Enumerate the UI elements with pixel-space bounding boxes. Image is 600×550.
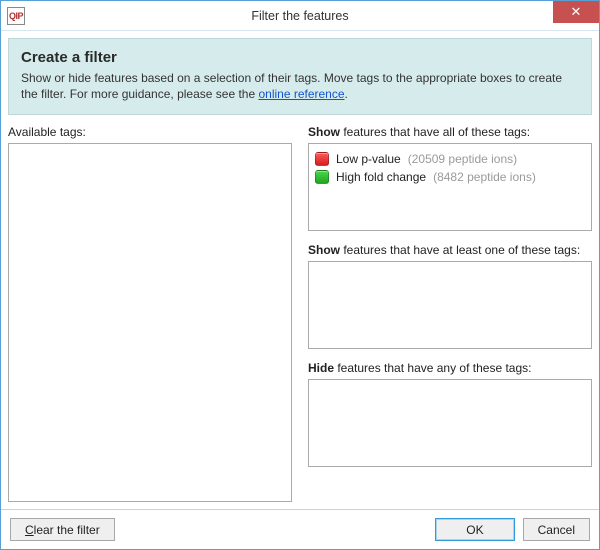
hide-rest: features that have any of these tags:	[334, 361, 531, 375]
info-body-post: .	[345, 87, 348, 101]
hide-section: Hide features that have any of these tag…	[308, 361, 592, 467]
show-all-rest: features that have all of these tags:	[340, 125, 530, 139]
show-any-rest: features that have at least one of these…	[340, 243, 580, 257]
cancel-button[interactable]: Cancel	[523, 518, 590, 541]
tag-item[interactable]: Low p-value (20509 peptide ions)	[315, 150, 585, 168]
close-button[interactable]: ✕	[553, 1, 599, 23]
window-title: Filter the features	[1, 9, 599, 23]
main-area: Available tags: Show features that have …	[1, 115, 599, 509]
criteria-column: Show features that have all of these tag…	[308, 125, 592, 502]
footer: Clear the filter OK Cancel	[1, 509, 599, 549]
tag-count: (20509 peptide ions)	[408, 152, 517, 166]
dialog-window: QIP Filter the features ✕ Create a filte…	[0, 0, 600, 550]
close-icon: ✕	[571, 4, 582, 20]
titlebar[interactable]: QIP Filter the features ✕	[1, 1, 599, 31]
show-any-section: Show features that have at least one of …	[308, 243, 592, 349]
available-label: Available tags:	[8, 125, 292, 139]
clear-filter-underline: C	[25, 523, 34, 537]
hide-bold: Hide	[308, 361, 334, 375]
clear-filter-rest: lear the filter	[34, 523, 100, 537]
show-all-label: Show features that have all of these tag…	[308, 125, 592, 139]
tag-count: (8482 peptide ions)	[433, 170, 536, 184]
info-body: Show or hide features based on a selecti…	[21, 70, 579, 102]
available-section: Available tags:	[8, 125, 292, 502]
info-title: Create a filter	[21, 49, 579, 66]
show-any-label: Show features that have at least one of …	[308, 243, 592, 257]
tag-name: High fold change	[336, 170, 426, 184]
clear-filter-button[interactable]: Clear the filter	[10, 518, 115, 541]
tag-item[interactable]: High fold change (8482 peptide ions)	[315, 168, 585, 186]
show-any-bold: Show	[308, 243, 340, 257]
show-all-listbox[interactable]: Low p-value (20509 peptide ions) High fold…	[308, 143, 592, 231]
online-reference-link[interactable]: online reference	[258, 87, 344, 101]
ok-button[interactable]: OK	[435, 518, 514, 541]
show-all-section: Show features that have all of these tag…	[308, 125, 592, 231]
show-all-bold: Show	[308, 125, 340, 139]
tag-swatch-icon	[315, 152, 329, 166]
show-any-listbox[interactable]	[308, 261, 592, 349]
available-tags-listbox[interactable]	[8, 143, 292, 502]
tag-swatch-icon	[315, 170, 329, 184]
info-panel: Create a filter Show or hide features ba…	[8, 38, 592, 115]
tag-name: Low p-value	[336, 152, 401, 166]
hide-listbox[interactable]	[308, 379, 592, 467]
app-icon: QIP	[7, 7, 25, 25]
hide-label: Hide features that have any of these tag…	[308, 361, 592, 375]
